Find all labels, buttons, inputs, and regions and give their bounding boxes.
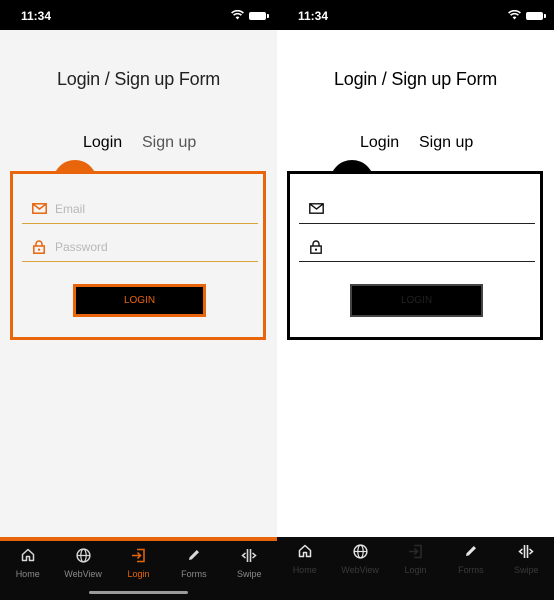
tab-bar-item-forms[interactable]: Forms (166, 547, 221, 579)
login-icon (130, 547, 146, 563)
tab-login[interactable]: Login (83, 134, 122, 152)
lock-icon (308, 239, 324, 254)
tab-bar-label: Forms (181, 569, 207, 579)
tab-login[interactable]: Login (360, 134, 399, 152)
home-indicator (89, 591, 188, 594)
login-icon (407, 543, 423, 559)
login-panel: Email Password LOGIN (10, 171, 266, 340)
status-time: 11:34 (21, 9, 52, 23)
tab-bar-item-swipe[interactable]: Swipe (499, 543, 554, 575)
login-button[interactable]: LOGIN (350, 284, 483, 317)
form-title: Login / Sign up Form (56, 69, 221, 89)
email-placeholder: Email (55, 201, 86, 216)
login-button[interactable]: LOGIN (73, 284, 206, 317)
tab-signup[interactable]: Sign up (419, 134, 473, 152)
status-bar: 11:34 (0, 0, 277, 30)
bottom-tab-bar: Home WebView Login Forms Swipe (277, 537, 554, 600)
lock-icon (31, 239, 47, 254)
email-field[interactable]: Email (22, 194, 258, 224)
tab-bar-item-swipe[interactable]: Swipe (222, 547, 277, 579)
bottom-tab-bar: Home WebView Login Forms Swipe (0, 537, 277, 600)
tab-bar-label: WebView (64, 569, 102, 579)
tab-bar-item-login[interactable]: Login (111, 547, 166, 579)
mail-icon (308, 202, 324, 216)
tab-bar-label: Swipe (514, 565, 539, 575)
tab-bar-label: Swipe (237, 569, 262, 579)
mail-icon (31, 202, 47, 216)
tab-signup[interactable]: Sign up (142, 134, 196, 152)
globe-icon (352, 543, 368, 559)
tab-bar-label: WebView (341, 565, 379, 575)
tab-bar-item-home[interactable]: Home (277, 543, 332, 575)
form-title: Login / Sign up Form (333, 69, 498, 89)
login-panel: LOGIN (287, 171, 543, 340)
status-bar: 11:34 (277, 0, 554, 30)
tab-bar-label: Forms (458, 565, 484, 575)
pencil-icon (186, 547, 202, 563)
tab-bar-label: Login (127, 569, 150, 579)
password-placeholder: Password (55, 239, 108, 254)
battery-icon (249, 12, 269, 20)
swipe-icon (241, 547, 257, 563)
tab-bar-item-webview[interactable]: WebView (332, 543, 387, 575)
globe-icon (75, 547, 91, 563)
tab-bar-label: Home (292, 565, 317, 575)
password-field[interactable]: Password (22, 232, 258, 262)
tab-bar-item-login[interactable]: Login (388, 543, 443, 575)
screen-left: 11:34 Login / Sign up Form Login Sign up… (0, 0, 277, 600)
home-icon (20, 547, 36, 563)
screen-right: 11:34 Login / Sign up Form Login Sign up… (277, 0, 554, 600)
home-icon (297, 543, 313, 559)
email-field[interactable] (299, 194, 535, 224)
pencil-icon (463, 543, 479, 559)
tab-bar-label: Login (404, 565, 427, 575)
swipe-icon (518, 543, 534, 559)
wifi-icon (508, 7, 521, 25)
status-time: 11:34 (298, 9, 329, 23)
tab-bar-item-forms[interactable]: Forms (443, 543, 498, 575)
status-icons (231, 7, 269, 25)
battery-icon (526, 12, 546, 20)
tab-bar-item-home[interactable]: Home (0, 547, 55, 579)
password-field[interactable] (299, 232, 535, 262)
tab-bar-item-webview[interactable]: WebView (55, 547, 110, 579)
status-icons (508, 7, 546, 25)
wifi-icon (231, 7, 244, 25)
tab-bar-label: Home (15, 569, 40, 579)
